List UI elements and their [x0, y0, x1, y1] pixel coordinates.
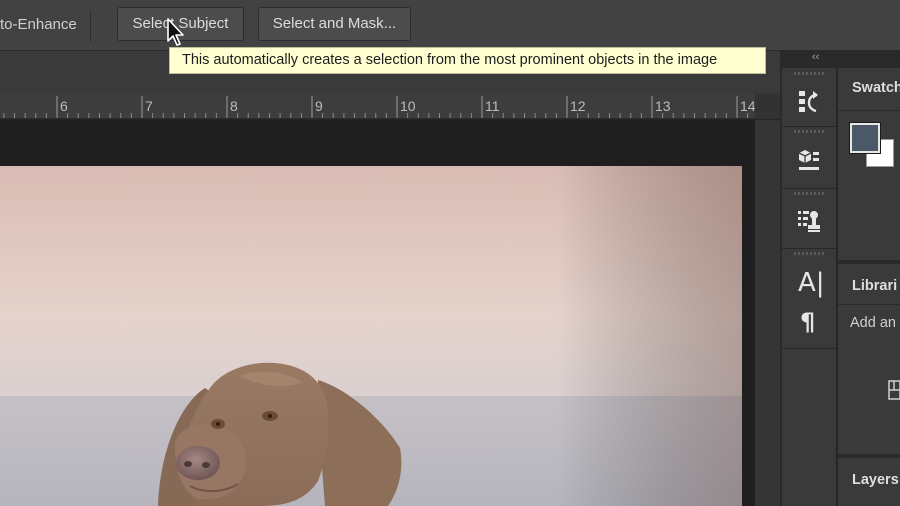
group-grip[interactable]	[794, 192, 824, 195]
paragraph-icon[interactable]: ¶	[800, 308, 815, 336]
group-grip[interactable]	[794, 72, 824, 75]
panel-divider	[838, 304, 900, 305]
vertical-scrollbar[interactable]	[755, 120, 780, 506]
ruler-label: 9	[315, 98, 323, 114]
ruler-label: 12	[570, 98, 586, 114]
library-item-icon[interactable]	[888, 380, 900, 400]
ruler-label: 6	[60, 98, 68, 114]
ruler-label: 7	[145, 98, 153, 114]
clone-source-group	[782, 188, 836, 249]
ruler-label: 10	[400, 98, 416, 114]
layers-panel-title[interactable]: Layers	[852, 472, 899, 488]
select-and-mask-button[interactable]: Select and Mask...	[258, 7, 411, 41]
clone-source-icon[interactable]	[797, 209, 821, 233]
ruler-ticks: 6 7 8 9 10 11 12 13 14	[3, 96, 755, 118]
document-canvas[interactable]	[0, 166, 742, 506]
group-grip[interactable]	[794, 252, 824, 255]
collapse-panels-button[interactable]: ‹‹	[812, 51, 819, 63]
ruler-label: 11	[485, 98, 500, 114]
libraries-add-text: Add an	[850, 315, 896, 331]
options-bar: to-Enhance Select Subject Select and Mas…	[0, 0, 900, 51]
layers-panel: Layers	[838, 458, 900, 506]
libraries-panel-title[interactable]: Librari	[852, 278, 897, 294]
ruler-label: 14	[740, 98, 755, 114]
history-group	[782, 68, 836, 127]
panel-icon-column: A| ¶	[782, 68, 837, 506]
options-separator	[90, 10, 91, 42]
ruler-label: 8	[230, 98, 238, 114]
dog-photo	[0, 166, 742, 506]
3d-icon[interactable]	[797, 148, 821, 172]
horizontal-ruler[interactable]: 6 7 8 9 10 11 12 13 14	[0, 93, 755, 119]
mouse-pointer-icon	[167, 18, 184, 46]
auto-enhance-checkbox-label[interactable]: to-Enhance	[0, 16, 77, 33]
ruler-label: 13	[655, 98, 671, 114]
history-icon[interactable]	[797, 89, 821, 113]
swatches-panel-title[interactable]: Swatch	[852, 80, 900, 96]
panel-divider	[838, 110, 900, 111]
character-icon[interactable]: A|	[798, 268, 825, 298]
type-group: A| ¶	[782, 248, 836, 349]
libraries-panel: Librari Add an	[838, 264, 900, 454]
select-subject-tooltip: This automatically creates a selection f…	[169, 47, 766, 74]
group-grip[interactable]	[794, 130, 824, 133]
foreground-color-swatch[interactable]	[849, 122, 881, 154]
3d-group	[782, 126, 836, 189]
